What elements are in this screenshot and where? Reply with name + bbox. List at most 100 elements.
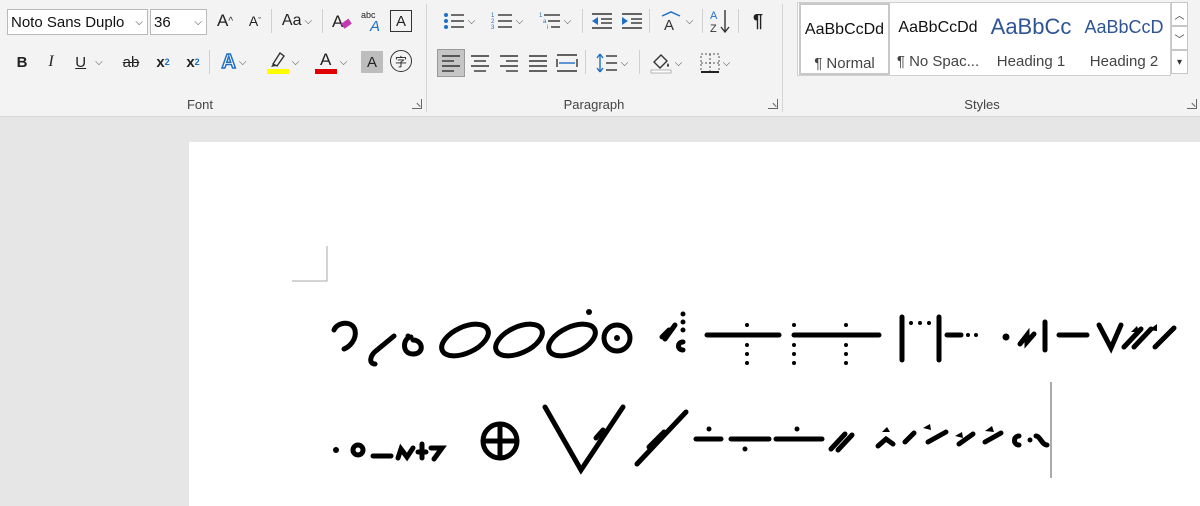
document-text-duployan[interactable] <box>189 142 1200 506</box>
font-dialog-launcher-icon[interactable] <box>412 99 422 109</box>
character-shading-button[interactable]: A <box>361 51 383 73</box>
svg-text:A: A <box>369 18 380 33</box>
superscript-label: x <box>186 53 195 71</box>
subscript-mark: 2 <box>164 57 170 67</box>
enclose-characters-label: 字 <box>394 54 407 69</box>
style-no-spacing[interactable]: AaBbCcDd ¶ No Spac... <box>892 3 984 75</box>
chevron-down-icon: ⌵ <box>95 56 103 68</box>
style-heading-1[interactable]: AaBbCc Heading 1 <box>986 3 1076 75</box>
style-name: ¶ No Spac... <box>896 53 980 70</box>
superscript-button[interactable]: x2 <box>181 49 205 75</box>
align-right-button[interactable] <box>496 50 522 76</box>
change-case-button[interactable]: Aa ⌵ <box>277 8 317 34</box>
shrink-font-button[interactable]: Aˇ <box>243 8 267 34</box>
underline-button[interactable]: U ⌵ <box>69 49 109 75</box>
numbering-icon: 123 <box>491 13 512 31</box>
bullets-icon <box>443 13 464 29</box>
chevron-down-icon: ⌵ <box>563 15 572 27</box>
document-page[interactable] <box>189 142 1200 506</box>
divider <box>209 50 210 74</box>
font-group-label: Font <box>186 97 213 112</box>
font-name-combo[interactable]: Noto Sans Duplo ⌵ <box>7 9 148 35</box>
subscript-button[interactable]: x2 <box>151 49 175 75</box>
style-heading-2[interactable]: AaBbCcD Heading 2 <box>1078 3 1170 75</box>
sort-a-label: A <box>710 10 718 22</box>
paragraph-group-label: Paragraph <box>563 97 625 112</box>
strikethrough-button[interactable]: ab <box>117 49 145 75</box>
show-hide-marks-button[interactable]: ¶ <box>745 8 771 34</box>
decrease-indent-button[interactable] <box>589 8 615 34</box>
underline-label: U <box>75 53 87 71</box>
increase-indent-button[interactable] <box>619 8 645 34</box>
decrease-indent-icon <box>592 13 612 29</box>
character-shading-label: A <box>366 53 377 71</box>
font-group: Noto Sans Duplo ⌵ 36 ⌵ A ^ Aˇ Aa ⌵ A abc A … <box>0 0 426 116</box>
chevron-down-icon: ⌵ <box>515 15 524 27</box>
text-effects-abc-button[interactable]: abc A <box>360 8 386 34</box>
justify-button[interactable] <box>525 50 551 76</box>
bold-label: B <box>16 53 28 71</box>
text-effects-icon: A <box>221 50 237 74</box>
borders-icon <box>700 53 720 73</box>
line-spacing-button[interactable]: ⌵ <box>591 50 633 76</box>
divider <box>639 50 640 74</box>
chevron-down-icon: ⌵ <box>722 57 731 69</box>
styles-scroll-down-button[interactable]: ﹀ <box>1171 26 1188 50</box>
sort-icon: AZ <box>710 10 730 35</box>
divider <box>649 9 650 33</box>
justify-icon <box>529 55 547 72</box>
clear-formatting-button[interactable]: A <box>329 8 355 34</box>
align-center-icon <box>471 55 489 72</box>
clear-formatting-icon: A <box>332 12 352 31</box>
svg-text:i: i <box>547 25 548 31</box>
style-preview: AaBbCc <box>990 14 1072 39</box>
distributed-button[interactable] <box>554 50 580 76</box>
subscript-label: x <box>156 53 165 71</box>
svg-text:A: A <box>332 12 344 31</box>
character-border-button[interactable]: A <box>390 10 412 32</box>
italic-button[interactable]: I <box>40 49 62 75</box>
increase-indent-icon <box>622 13 642 29</box>
divider <box>585 50 586 74</box>
font-name-value: Noto Sans Duplo <box>11 13 125 31</box>
chevron-down-icon: ⌵ <box>135 16 143 28</box>
align-right-icon <box>500 55 518 72</box>
chevron-up-icon: ︿ <box>1174 10 1185 22</box>
shading-button[interactable]: ⌵ <box>645 50 687 76</box>
chevron-down-icon: ⌵ <box>238 56 247 68</box>
text-direction-button[interactable]: A ⌵ <box>655 8 697 34</box>
sort-button[interactable]: AZ <box>707 6 733 36</box>
sort-z-label: Z <box>710 23 717 35</box>
paragraph-group: ⌵ 1 2 3 ⌵ 1 a i ⌵ A ⌵ AZ ¶ ⌵ ⌵ ⌵ Paragra… <box>427 0 782 116</box>
bold-button[interactable]: B <box>11 49 33 75</box>
highlighter-icon <box>266 50 289 74</box>
multilevel-list-icon: 1ai <box>539 13 560 31</box>
numbering-button[interactable]: 1 2 3 ⌵ <box>485 8 529 34</box>
chevron-down-icon: ⌵ <box>304 15 313 27</box>
styles-scroll-up-button[interactable]: ︿ <box>1171 2 1188 26</box>
paint-bucket-icon <box>650 54 672 74</box>
chevron-down-icon: ⌵ <box>194 16 202 28</box>
borders-button[interactable]: ⌵ <box>693 50 737 76</box>
highlight-color-button[interactable]: ⌵ <box>262 49 304 75</box>
align-left-button[interactable] <box>437 49 465 77</box>
multilevel-list-button[interactable]: 1 a i ⌵ <box>533 8 577 34</box>
font-color-button[interactable]: A ⌵ <box>310 49 352 75</box>
grow-font-button[interactable]: A ^ <box>212 8 238 34</box>
align-center-button[interactable] <box>467 50 493 76</box>
text-effects-button[interactable]: A ⌵ <box>214 49 254 75</box>
style-name: Heading 2 <box>1089 53 1159 70</box>
font-size-combo[interactable]: 36 ⌵ <box>150 9 207 35</box>
enclose-characters-button[interactable]: 字 <box>390 50 412 72</box>
spell-check-icon: abcA <box>361 10 380 33</box>
pilcrow-label: ¶ <box>752 10 763 31</box>
style-normal[interactable]: AaBbCcDd ¶ Normal <box>799 3 890 75</box>
paragraph-dialog-launcher-icon[interactable] <box>768 99 778 109</box>
styles-more-button[interactable]: ▾ <box>1171 50 1188 74</box>
italic-label: I <box>48 53 54 70</box>
bullets-button[interactable]: ⌵ <box>437 8 481 34</box>
style-name: Heading 1 <box>996 53 1066 70</box>
styles-dialog-launcher-icon[interactable] <box>1187 99 1197 109</box>
chevron-down-icon: ⌵ <box>339 56 348 68</box>
more-icon: ▾ <box>1176 56 1183 68</box>
